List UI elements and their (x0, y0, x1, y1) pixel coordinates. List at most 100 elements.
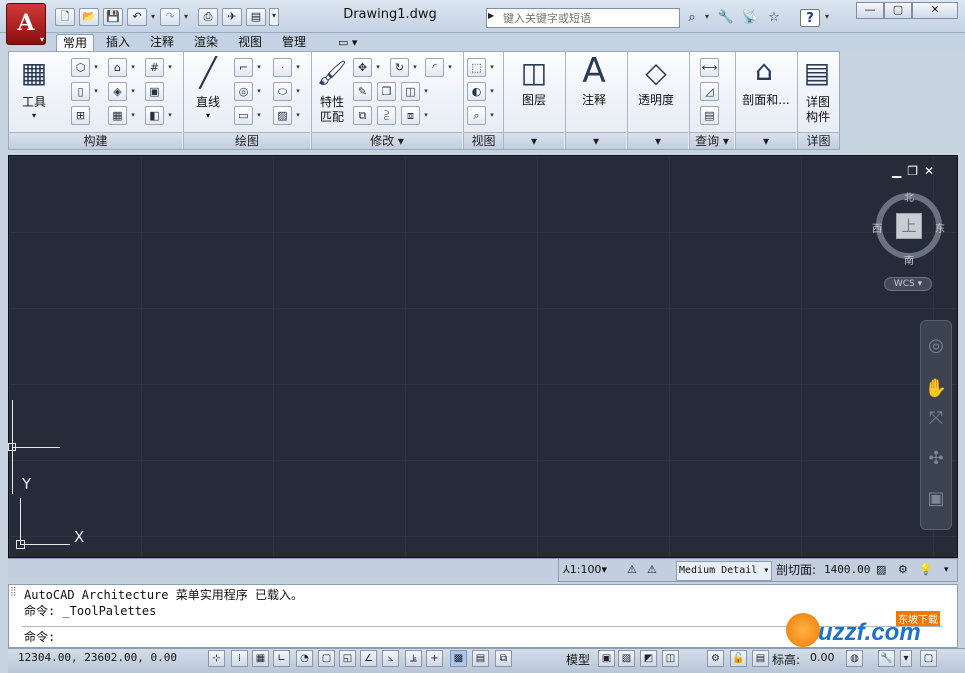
tab-render[interactable]: 渲染 (188, 34, 224, 52)
tools-dropdown-icon[interactable]: ▾ (14, 108, 54, 123)
cursor-coordinates[interactable]: 12304.00, 23602.00, 0.00 (18, 651, 177, 664)
column-grid-dropdown-icon[interactable]: ▾ (166, 58, 174, 77)
rotate-icon[interactable]: ↻ (390, 58, 409, 77)
dynamic-input-icon[interactable]: ⫡ (405, 650, 422, 667)
publish-icon[interactable]: ✈ (222, 8, 242, 26)
close-button[interactable]: ✕ (912, 2, 958, 19)
display-configuration-select[interactable]: Medium Detail ▾ (676, 561, 772, 581)
auto-scale-icon[interactable]: ⚠ (647, 561, 657, 581)
panel-draw-title[interactable]: 绘图 (184, 132, 310, 149)
viewport-restore-icon[interactable]: ❐ (907, 164, 924, 178)
erase-icon[interactable]: ✎ (353, 82, 372, 101)
panel-query-title[interactable]: 查询 ▾ (690, 132, 734, 149)
visual-style-dropdown-icon[interactable]: ▾ (488, 82, 496, 101)
open-file-icon[interactable]: 📂 (79, 8, 99, 26)
lineweight-icon[interactable]: + (426, 650, 443, 667)
panel-view-title[interactable]: 视图 (464, 132, 503, 149)
redo-icon[interactable]: ↷ (160, 8, 180, 26)
steering-wheel-icon[interactable]: ◎ (922, 335, 950, 356)
tab-annotate[interactable]: 注释 (144, 34, 180, 52)
surface-hatch-icon[interactable]: ▨ (876, 561, 886, 581)
distance-icon[interactable]: ⟷ (700, 58, 719, 77)
compass-south[interactable]: 南 (904, 252, 914, 267)
favorites-star-icon[interactable]: ☆ (764, 9, 784, 27)
snap-mode-icon[interactable]: ⁞ (231, 650, 248, 667)
door-dropdown-icon[interactable]: ▾ (92, 82, 100, 101)
stair-icon[interactable]: ◈ (108, 82, 127, 101)
zoom-dropdown-icon[interactable]: ▾ (488, 106, 496, 125)
compass-west[interactable]: 西 (872, 220, 882, 235)
help-dropdown-icon[interactable]: ▾ (822, 10, 832, 24)
roof-icon[interactable]: ⌂ (108, 58, 127, 77)
isolate-objects-icon[interactable]: ◍ (846, 650, 863, 667)
ribbon-minimize-toggle-icon[interactable]: ▭ ▾ (332, 34, 363, 52)
grid-dropdown-icon[interactable]: ▾ (129, 106, 137, 125)
tab-view[interactable]: 视图 (232, 34, 268, 52)
point-dropdown-icon[interactable]: ▾ (294, 58, 302, 77)
hatch-icon[interactable]: ▨ (273, 106, 292, 125)
door-icon[interactable]: ▯ (71, 82, 90, 101)
circle-icon[interactable]: ◎ (234, 82, 253, 101)
polar-tracking-icon[interactable]: ◔ (296, 650, 313, 667)
slab-dropdown-icon[interactable]: ▾ (166, 106, 174, 125)
subscription-center-icon[interactable]: 🔧 (716, 9, 736, 27)
zoom-icon[interactable]: ⌕ (467, 106, 486, 125)
redo-dropdown-icon[interactable]: ▾ (181, 10, 191, 24)
status-bar-menu-icon[interactable]: ▾ (900, 650, 912, 667)
binoculars-search-icon[interactable]: ⌕ (682, 9, 702, 27)
transparency-button[interactable]: 透明度 (632, 93, 680, 108)
elevation-label[interactable]: 标高: (772, 651, 800, 668)
circle-dropdown-icon[interactable]: ▾ (255, 82, 263, 101)
detail-component-button[interactable]: 详图 构件 (798, 95, 838, 125)
layers-button[interactable]: 图层 (510, 93, 558, 108)
drawing-canvas[interactable] (8, 155, 958, 558)
layout-icon[interactable]: ◫ (662, 650, 679, 667)
compass-east[interactable]: 东 (935, 220, 945, 235)
panel-build-title[interactable]: 构建 (9, 132, 182, 149)
elevation-value[interactable]: 0.00 (810, 651, 835, 664)
quick-properties-icon[interactable]: ▤ (472, 650, 489, 667)
workspace-gear-icon[interactable]: ⚙ (707, 650, 724, 667)
rotate-dropdown-icon[interactable]: ▾ (411, 58, 419, 77)
viewport-close-icon[interactable]: ✕ (924, 164, 940, 178)
annotation-visibility-icon[interactable]: ⚠ (627, 561, 637, 581)
pan-hand-icon[interactable]: ✋ (922, 378, 950, 399)
line-dropdown-icon[interactable]: ▾ (188, 108, 228, 123)
quick-view-layouts-icon[interactable]: ▣ (598, 650, 615, 667)
panel-modify-title[interactable]: 修改 ▾ (312, 132, 462, 149)
panel-detail-title[interactable]: 详图 (798, 132, 839, 149)
dynamic-ucs-icon[interactable]: ⦣ (382, 650, 399, 667)
undo-dropdown-icon[interactable]: ▾ (148, 10, 158, 24)
model-space-button[interactable]: 模型 (566, 651, 590, 668)
undo-icon[interactable]: ↶ (127, 8, 147, 26)
project-browser-icon[interactable]: ▤ (246, 8, 266, 26)
quick-access-customize-icon[interactable]: ▾ (269, 8, 279, 26)
quick-view-drawings-icon[interactable]: ▧ (618, 650, 635, 667)
rectangle-dropdown-icon[interactable]: ▾ (255, 106, 263, 125)
maximize-button[interactable]: ▢ (884, 2, 912, 19)
lock-icon[interactable]: 🔓 (730, 650, 747, 667)
print-icon[interactable]: ⎙ (198, 8, 218, 26)
area-icon[interactable]: ◿ (700, 82, 719, 101)
selection-cycling-icon[interactable]: ⧉ (495, 650, 512, 667)
move-dropdown-icon[interactable]: ▾ (374, 58, 382, 77)
fillet-icon[interactable]: ◜ (425, 58, 444, 77)
stretch-dropdown-icon[interactable]: ▾ (422, 106, 430, 125)
object-snap-tracking-icon[interactable]: ∠ (360, 650, 377, 667)
fillet-dropdown-icon[interactable]: ▾ (446, 58, 454, 77)
stretch-icon[interactable]: ⧈ (401, 106, 420, 125)
tab-manage[interactable]: 管理 (276, 34, 312, 52)
stair-dropdown-icon[interactable]: ▾ (129, 82, 137, 101)
tab-insert[interactable]: 插入 (100, 34, 136, 52)
clean-screen-icon[interactable]: ▢ (920, 650, 937, 667)
orbit-icon[interactable]: ✣ (922, 448, 950, 469)
rectangle-icon[interactable]: ▭ (234, 106, 253, 125)
visual-style-icon[interactable]: ◐ (467, 82, 486, 101)
help-icon[interactable]: ? (800, 9, 820, 27)
array-icon[interactable]: ⧉ (353, 106, 372, 125)
calculator-icon[interactable]: ▤ (700, 106, 719, 125)
annotation-scale[interactable]: ⅄1:100▾ (563, 561, 623, 581)
transparency-expand-icon[interactable]: ▾ (628, 132, 688, 149)
tab-home[interactable]: 常用 (56, 34, 95, 52)
application-menu-button[interactable]: A ▾ (6, 3, 46, 45)
